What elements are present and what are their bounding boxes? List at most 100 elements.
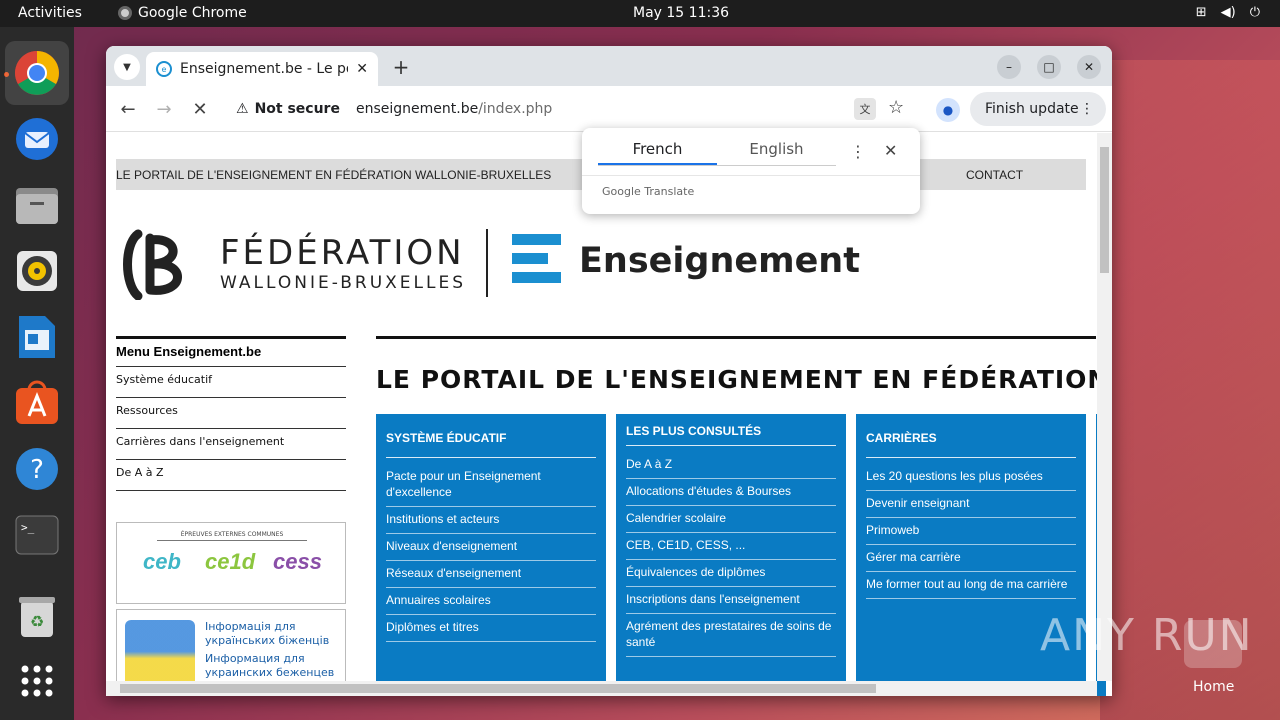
dock-terminal[interactable]: >_ [13,511,61,559]
header-contact-link[interactable]: CONTACT [966,168,1023,182]
svg-text:♻: ♻ [30,612,44,631]
network-icon: ⊞ [1195,5,1207,20]
logo-enseignement[interactable]: Enseignement [579,241,860,281]
target-language-tab[interactable]: English [717,140,836,165]
column-link[interactable]: Me former tout au long de ma carrière [866,572,1076,599]
finish-update-button[interactable]: Finish update ⋮ [970,92,1106,126]
dock-app-grid[interactable] [13,657,61,705]
column-link[interactable]: Pacte pour un Enseignement d'excellence [386,464,596,507]
translate-close-icon[interactable]: ✕ [884,141,897,160]
source-language-tab[interactable]: French [598,140,717,165]
thunderbird-icon [16,118,58,160]
column-link[interactable]: Institutions et acteurs [386,507,596,534]
translate-options-icon[interactable]: ⋮ [850,142,866,161]
vertical-scroll-thumb[interactable] [1100,147,1109,273]
back-button[interactable]: ← [116,97,140,121]
dock-thunderbird[interactable] [13,115,61,163]
column-link[interactable]: Calendrier scolaire [626,506,836,533]
column-link[interactable]: Gérer ma carrière [866,545,1076,572]
bookmark-star-icon[interactable]: ☆ [888,97,904,118]
horizontal-scroll-thumb[interactable] [120,684,876,693]
dock-rhythmbox[interactable] [13,247,61,295]
enseignement-logo-icon [512,234,561,291]
vertical-scrollbar[interactable] [1097,133,1112,681]
column-link[interactable]: Diplômes et titres [386,615,596,642]
header-portal-link[interactable]: LE PORTAIL DE L'ENSEIGNEMENT EN FÉDÉRATI… [116,168,551,182]
column-link[interactable]: CEB, CE1D, CESS, ... [626,533,836,560]
column-link[interactable]: De A à Z [626,452,836,479]
dock-files[interactable] [13,181,61,229]
app-menu[interactable]: Google Chrome [118,5,247,21]
column-link[interactable]: Primoweb [866,518,1076,545]
fwb-wordmark: FÉDÉRATION WALLONIE-BRUXELLES [220,233,466,293]
column-heading[interactable]: SYSTÈME ÉDUCATIF [386,424,596,458]
home-folder-label: Home [1193,679,1235,695]
column-link[interactable]: Réseaux d'enseignement [386,561,596,588]
address-bar[interactable]: ⚠ Not secure enseignement.be/index.php [228,92,918,126]
menu-item[interactable]: Ressources [116,398,346,429]
files-icon [16,188,58,224]
close-window-button[interactable]: ✕ [1077,55,1101,79]
stop-loading-button[interactable]: ✕ [188,97,212,121]
system-tray[interactable]: ⊞ ◀) ⏻ [1196,5,1260,20]
ukraine-info-banner[interactable]: Інформація для українських біженців Инфо… [116,609,346,689]
home-folder-icon[interactable] [1184,620,1242,668]
menu-item[interactable]: Carrières dans l'enseignement [116,429,346,460]
top-bar: Activities Google Chrome May 15 11:36 ⊞ … [0,0,1280,27]
menu-item[interactable]: De A à Z [116,460,346,491]
forward-button[interactable]: → [152,97,176,121]
minimize-button[interactable]: – [997,55,1021,79]
dock-trash[interactable]: ♻ [13,593,61,641]
external-exams-banner[interactable]: ÉPREUVES EXTERNES COMMUNES ceb ce1d cess [116,522,346,604]
column-heading[interactable]: CARRIÈRES [866,424,1076,458]
url-path: /index.php [478,101,553,117]
dock-help[interactable]: ? [13,445,61,493]
security-chip[interactable]: ⚠ Not secure [228,101,340,117]
main-title: LE PORTAIL DE L'ENSEIGNEMENT EN FÉDÉRATI… [376,365,1112,394]
column-link[interactable]: Allocations d'études & Bourses [626,479,836,506]
menu-title: Menu Enseignement.be [116,339,346,367]
url-host: enseignement.be [355,101,479,117]
column-link[interactable]: Équivalences de diplômes [626,560,836,587]
tab-search-button[interactable]: ▼ [114,54,140,80]
logo-wallonie: WALLONIE-BRUXELLES [220,273,467,293]
tab-active[interactable]: e Enseignement.be - Le portail ✕ [146,52,378,86]
svg-text:>_: >_ [21,521,35,534]
exams-caption: ÉPREUVES EXTERNES COMMUNES [157,531,307,541]
finish-update-label: Finish update [985,101,1079,117]
chevron-down-icon: ▼ [123,61,131,73]
column-link[interactable]: Agrément des prestataires de soins de sa… [626,614,836,657]
column-heading[interactable]: LES PLUS CONSULTÉS [626,424,836,446]
column-link[interactable]: Annuaires scolaires [386,588,596,615]
dock: ? >_ ♻ [0,27,74,720]
cess-badge: cess [273,549,322,574]
translate-icon[interactable]: 文 [854,98,876,120]
dock-writer[interactable] [13,313,61,361]
column-link[interactable]: Inscriptions dans l'enseignement [626,587,836,614]
clock[interactable]: May 15 11:36 [633,5,729,21]
side-menu: Menu Enseignement.be Système éducatif Re… [116,336,346,491]
security-label: Not secure [254,101,340,117]
profile-avatar[interactable]: ● [936,98,960,122]
app-name: Google Chrome [138,5,247,21]
column-plus-consultes: LES PLUS CONSULTÉS De A à Z Allocations … [616,414,846,696]
rhythmbox-icon [17,251,57,291]
dock-app-center[interactable] [13,379,61,427]
translate-language-tabs: French English [598,140,836,166]
activities-button[interactable]: Activities [18,5,82,21]
column-link[interactable]: Niveaux d'enseignement [386,534,596,561]
column-link[interactable]: Les 20 questions les plus posées [866,464,1076,491]
menu-item[interactable]: Système éducatif [116,367,346,398]
dock-chrome[interactable] [5,41,69,105]
new-tab-button[interactable]: + [388,54,414,80]
translate-popup: French English ⋮ ✕ Google Translate [582,128,920,214]
tab-close-icon[interactable]: ✕ [356,61,368,77]
fwb-logo-icon[interactable] [120,228,210,300]
horizontal-scrollbar[interactable] [106,681,1097,696]
column-link[interactable]: Devenir enseignant [866,491,1076,518]
promo-line: українських біженців [205,634,330,647]
chrome-icon [15,51,59,95]
maximize-button[interactable]: □ [1037,55,1061,79]
page-viewport: LE PORTAIL DE L'ENSEIGNEMENT EN FÉDÉRATI… [106,133,1112,696]
kebab-menu-icon: ⋮ [1080,101,1094,117]
